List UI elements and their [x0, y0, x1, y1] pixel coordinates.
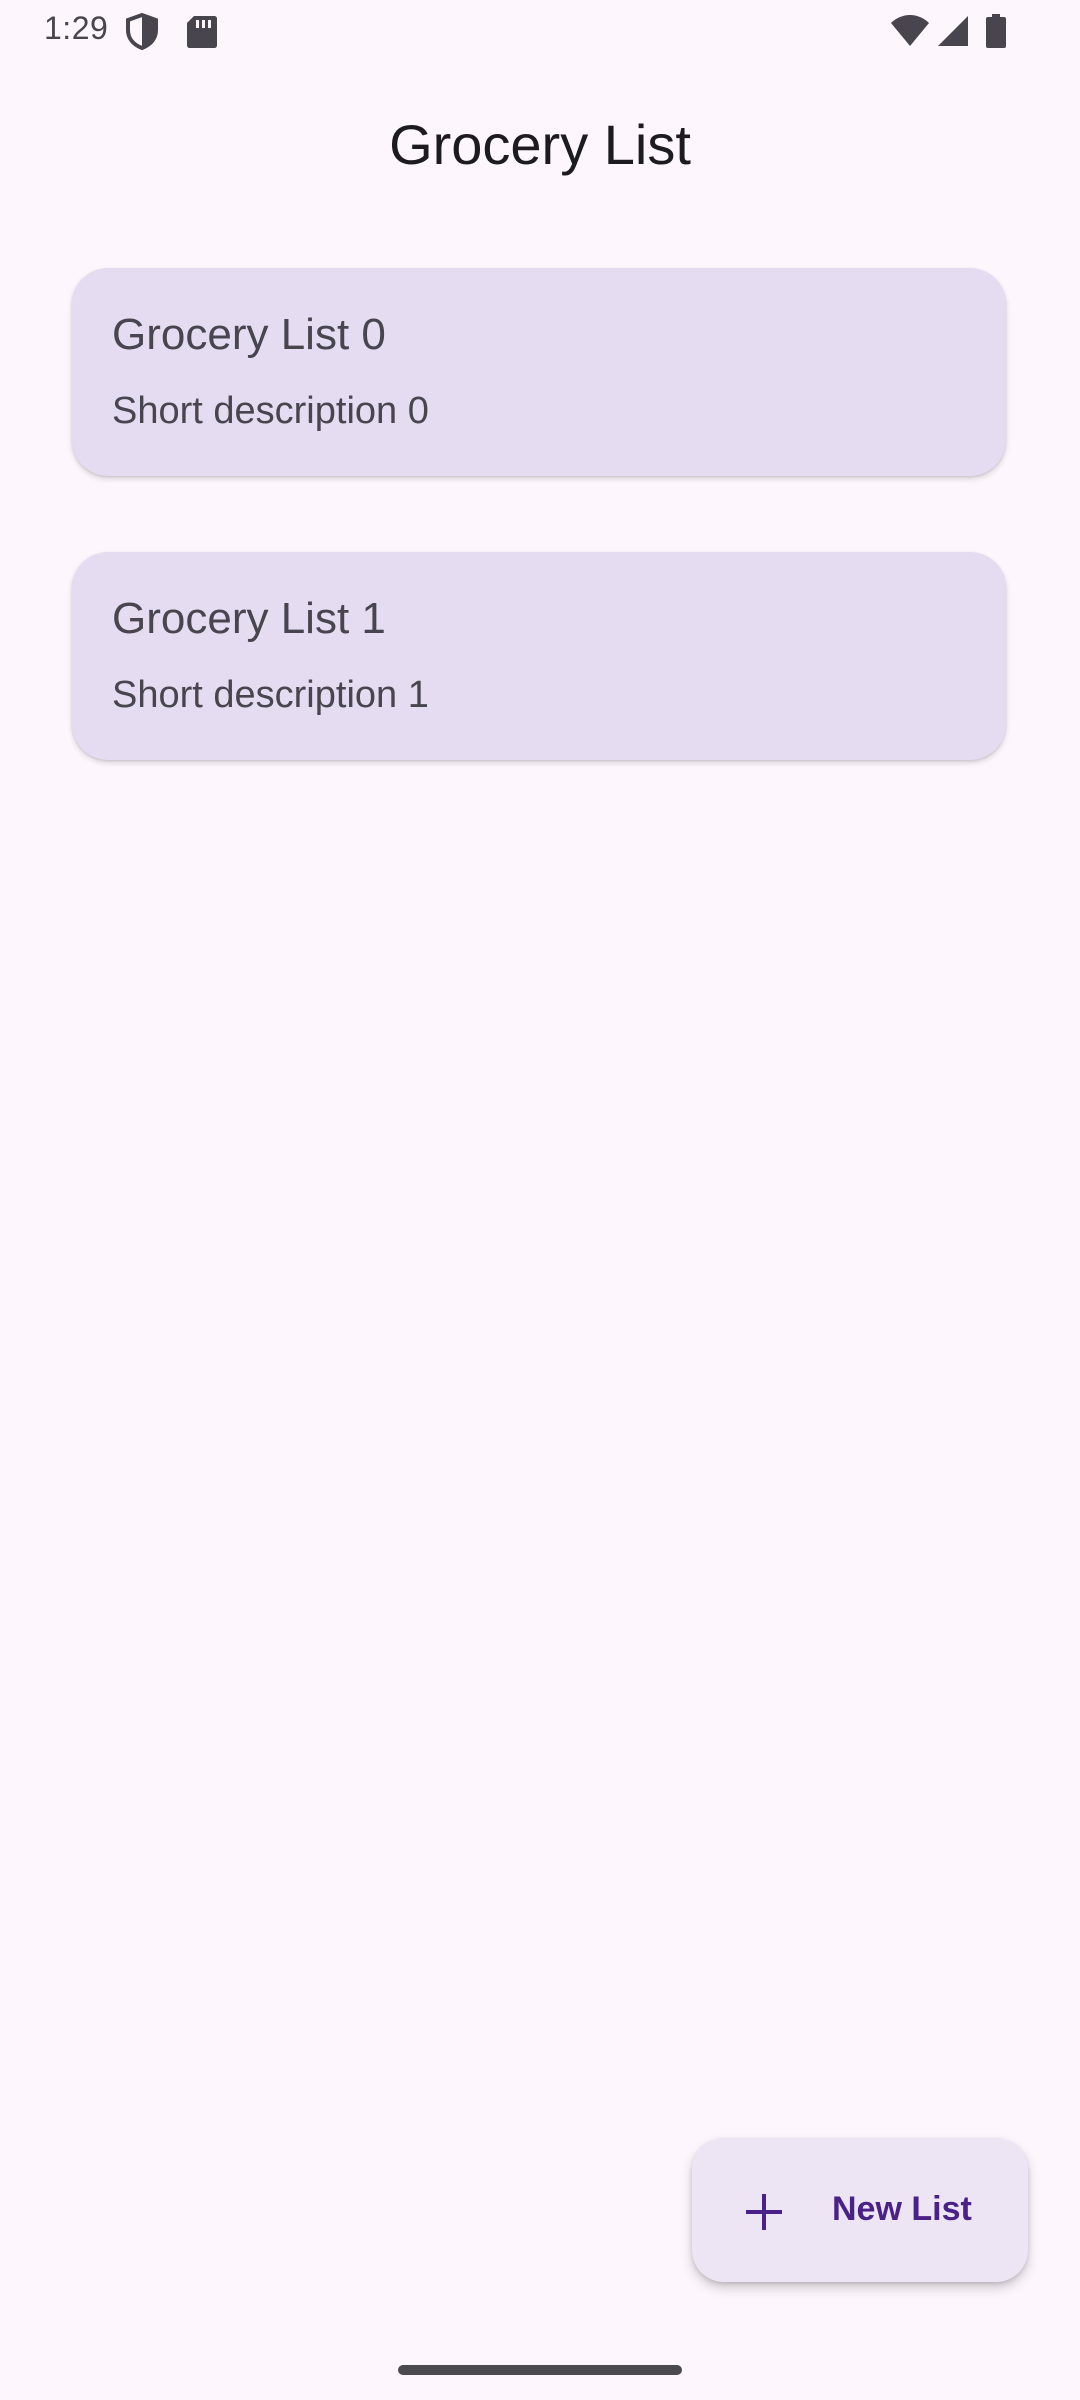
list-description: Short description 0	[112, 390, 429, 432]
list-title: Grocery List 1	[112, 594, 386, 643]
grocery-list-card[interactable]: Grocery List 0 Short description 0	[72, 268, 1006, 476]
status-time: 1:29	[44, 10, 109, 46]
new-list-label: New List	[832, 2190, 972, 2228]
shield-icon	[126, 12, 158, 50]
grocery-list-card[interactable]: Grocery List 1 Short description 1	[72, 552, 1006, 760]
list-description: Short description 1	[112, 674, 429, 716]
screen: 1:29 Grocery List Grocery List 0 Short d…	[0, 0, 1080, 2400]
sd-card-icon	[187, 16, 217, 48]
page-title: Grocery List	[389, 113, 691, 176]
status-bar: 1:29	[0, 0, 1080, 64]
plus-icon	[746, 2194, 782, 2230]
wifi-icon	[891, 15, 929, 46]
cellular-signal-icon	[938, 16, 968, 46]
list-title: Grocery List 0	[112, 310, 386, 359]
gesture-nav-handle[interactable]	[398, 2365, 682, 2375]
battery-icon	[986, 14, 1006, 48]
